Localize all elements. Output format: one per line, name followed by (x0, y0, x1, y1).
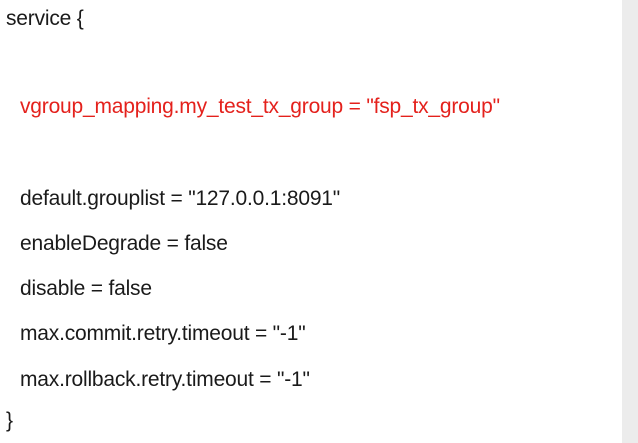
service-block-close: } (6, 409, 13, 432)
config-line-enable-degrade: enableDegrade = false (20, 232, 228, 255)
highlighted-config-line: vgroup_mapping.my_test_tx_group = "fsp_t… (20, 95, 500, 118)
service-block-open: service { (6, 7, 84, 30)
config-line-grouplist: default.grouplist = "127.0.0.1:8091" (20, 187, 341, 210)
config-line-rollback-retry-timeout: max.rollback.retry.timeout = "-1" (20, 368, 310, 391)
config-line-disable: disable = false (20, 277, 152, 300)
code-snippet: service { vgroup_mapping.my_test_tx_grou… (0, 0, 622, 443)
right-edge-strip (622, 0, 638, 443)
config-line-commit-retry-timeout: max.commit.retry.timeout = "-1" (20, 322, 306, 345)
